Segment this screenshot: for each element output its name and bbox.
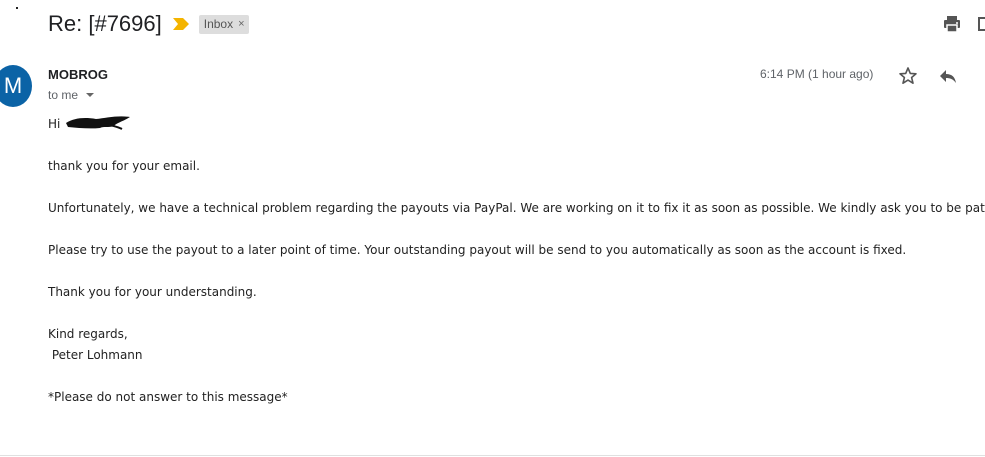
footer-line: *Please do not answer to this message* [48, 390, 288, 404]
recipient-label: to me [48, 88, 79, 102]
subject-row: Re: [#7696] Inbox × [48, 9, 249, 39]
bottom-divider [0, 455, 985, 456]
recipient-details[interactable]: to me [48, 88, 95, 102]
star-icon[interactable] [898, 66, 918, 86]
chevron-down-icon[interactable] [86, 93, 95, 97]
sender-avatar[interactable]: M [0, 65, 32, 107]
new-window-icon[interactable] [978, 14, 985, 34]
body-line-1: thank you for your email. [48, 159, 200, 173]
importance-marker-icon[interactable] [172, 17, 190, 31]
greeting-text: Hi [48, 117, 61, 131]
avatar-initial: M [3, 73, 23, 98]
signature-line: Peter Lohmann [48, 348, 143, 362]
redacted-name-mark [66, 116, 130, 130]
print-icon[interactable] [942, 14, 962, 34]
signoff-line: Kind regards, [48, 327, 128, 341]
inbox-label-text: Inbox [203, 17, 234, 31]
reply-icon[interactable] [938, 66, 958, 86]
body-line-2: Unfortunately, we have a technical probl… [48, 201, 985, 215]
inbox-label[interactable]: Inbox × [198, 14, 249, 34]
window-corner-dot [16, 7, 18, 9]
email-timestamp: 6:14 PM (1 hour ago) [760, 67, 874, 81]
body-line-3: Please try to use the payout to a later … [48, 243, 907, 257]
body-line-4: Thank you for your understanding. [48, 285, 257, 299]
remove-label-button[interactable]: × [238, 18, 244, 30]
sender-name[interactable]: MOBROG [48, 67, 108, 82]
greeting-line: Hi [48, 117, 60, 131]
email-subject: Re: [#7696] [48, 11, 162, 36]
